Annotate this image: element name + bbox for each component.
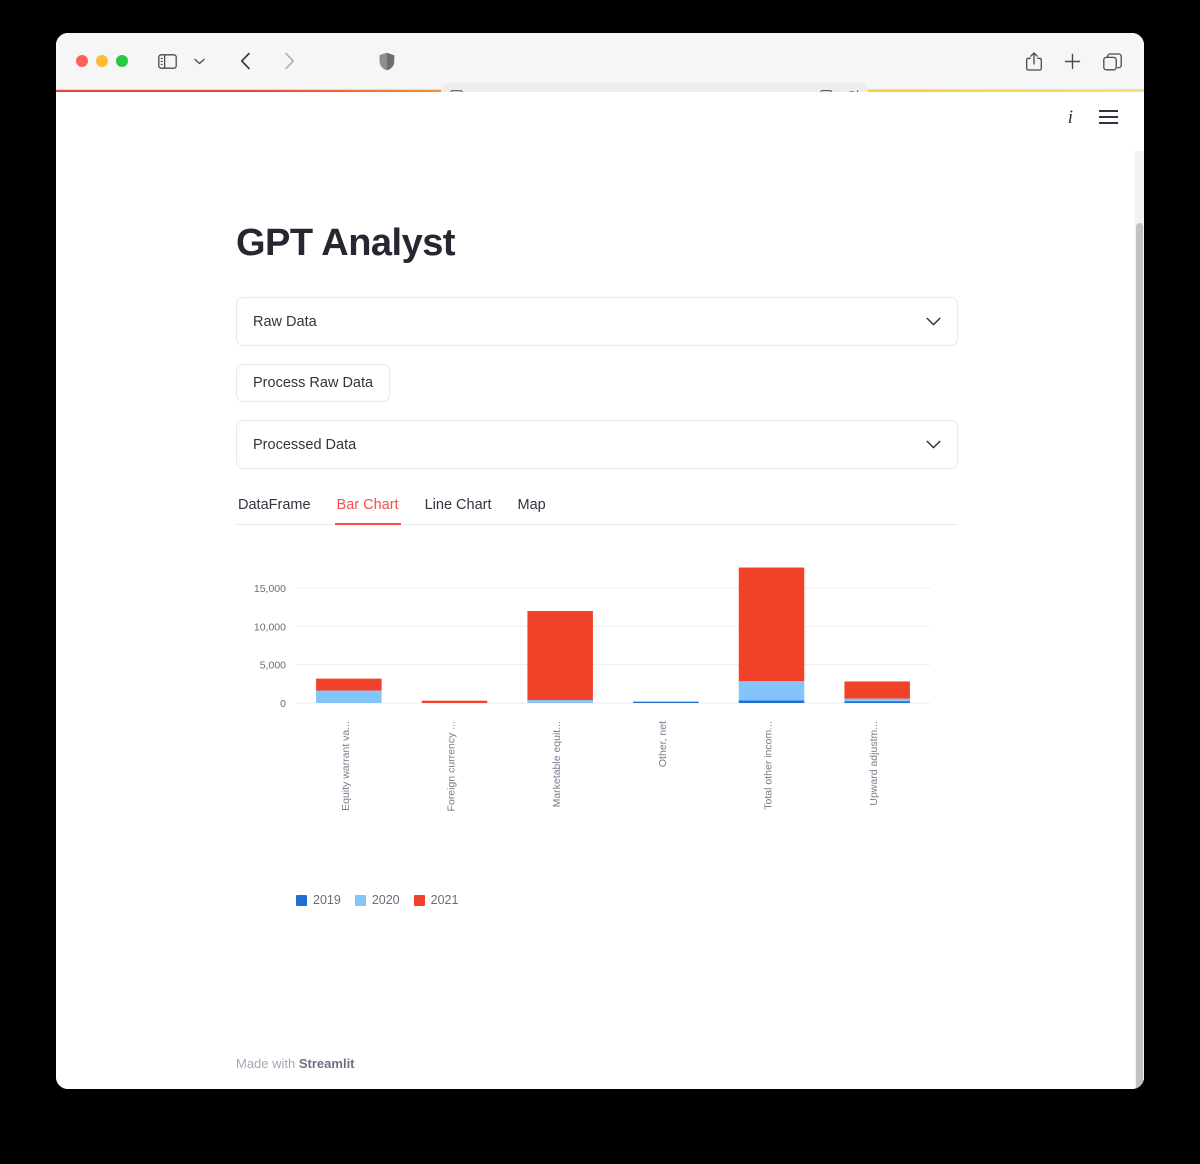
legend-item[interactable]: 2021 (413, 893, 459, 907)
x-axis-tick-label: Foreign currency ... (446, 721, 458, 811)
minimize-window-button[interactable] (96, 55, 108, 67)
bar-segment[interactable] (316, 678, 382, 691)
x-axis-tick-label: Equity warrant va... (340, 721, 352, 811)
legend-item[interactable]: 2019 (296, 893, 341, 907)
shield-icon[interactable] (379, 52, 395, 71)
bar-segment[interactable] (421, 700, 488, 703)
legend-swatch (413, 894, 425, 906)
legend-label: 2020 (371, 893, 400, 907)
bar-segment[interactable] (844, 698, 910, 702)
svg-text:15,000: 15,000 (254, 583, 286, 595)
back-arrow-icon[interactable] (230, 47, 260, 75)
raw-data-selectbox[interactable]: Raw Data (236, 297, 958, 346)
bar-segment[interactable] (738, 700, 805, 703)
window-controls (76, 55, 128, 67)
x-axis-tick-label: Other, net (657, 721, 669, 767)
vertical-scrollbar-thumb[interactable] (1136, 223, 1143, 1089)
processed-data-selected-value: Processed Data (253, 436, 357, 453)
x-axis-tick-label: Total other incom... (763, 721, 775, 810)
bar-chart-canvas[interactable]: 0 5,000 10,000 15,000 Equity warrant va... Fo… (236, 543, 958, 883)
tab-dataframe[interactable]: DataFrame (236, 491, 313, 525)
chevron-down-icon (926, 313, 941, 331)
hamburger-menu-icon[interactable] (1099, 110, 1118, 124)
vertical-scrollbar-track[interactable] (1135, 151, 1144, 1089)
raw-data-selected-value: Raw Data (253, 313, 317, 330)
browser-window: localhost:8501 A 文 (56, 33, 1144, 1089)
bar-segment[interactable] (527, 700, 593, 703)
svg-text:5,000: 5,000 (260, 660, 286, 672)
running-status-icon[interactable]: i (1068, 108, 1073, 127)
processed-data-selectbox[interactable]: Processed Data (236, 420, 958, 469)
footer-prefix: Made with (236, 1056, 299, 1071)
legend-swatch (296, 894, 307, 906)
svg-text:10,000: 10,000 (254, 621, 286, 633)
streamlit-header: i (56, 92, 1144, 142)
legend-swatch (354, 894, 366, 906)
bar-chart: 0 5,000 10,000 15,000 Equity warrant va... Fo… (236, 543, 958, 913)
svg-text:0: 0 (280, 698, 286, 710)
app-content: GPT Analyst Raw Data Process Raw Data Pr… (236, 222, 958, 913)
share-icon[interactable] (1026, 52, 1042, 71)
process-raw-data-button[interactable]: Process Raw Data (236, 364, 391, 402)
legend-label: 2019 (313, 893, 341, 907)
bar-segment[interactable] (738, 681, 805, 701)
close-window-button[interactable] (76, 55, 88, 67)
x-axis-tick-label: Upward adjustm... (868, 721, 880, 806)
bar-segment[interactable] (316, 690, 382, 703)
streamlit-app: i GPT Analyst Raw Data Process Raw Data … (56, 92, 1144, 1089)
tab-line-chart[interactable]: Line Chart (423, 491, 494, 525)
bar-segment[interactable] (527, 611, 593, 701)
footer-made-with-streamlit: Made with Streamlit (236, 1056, 355, 1071)
page-title: GPT Analyst (236, 222, 456, 264)
legend-label: 2021 (430, 893, 459, 907)
x-axis-tick-label: Marketable equit... (551, 721, 563, 807)
bar-segment[interactable] (738, 567, 805, 682)
legend-item[interactable]: 2020 (354, 893, 400, 907)
tab-bar-chart[interactable]: Bar Chart (334, 491, 401, 525)
tab-overview-icon[interactable] (1103, 52, 1122, 71)
forward-arrow-icon[interactable] (274, 47, 304, 75)
chart-legend: 2019 2020 2021 (296, 893, 958, 907)
chevron-down-icon (926, 436, 941, 454)
tab-map[interactable]: Map (516, 491, 548, 525)
chevron-down-icon[interactable] (184, 47, 214, 75)
new-tab-button[interactable] (1064, 53, 1081, 70)
bar-segment[interactable] (844, 701, 910, 703)
footer-brand[interactable]: Streamlit (299, 1056, 355, 1071)
maximize-window-button[interactable] (116, 55, 128, 67)
browser-toolbar: localhost:8501 A 文 (56, 33, 1144, 112)
sidebar-toggle-icon[interactable] (152, 47, 182, 75)
bar-segment[interactable] (844, 681, 910, 699)
bar-segment[interactable] (633, 701, 699, 703)
view-tabs: DataFrame Bar Chart Line Chart Map (236, 491, 958, 525)
